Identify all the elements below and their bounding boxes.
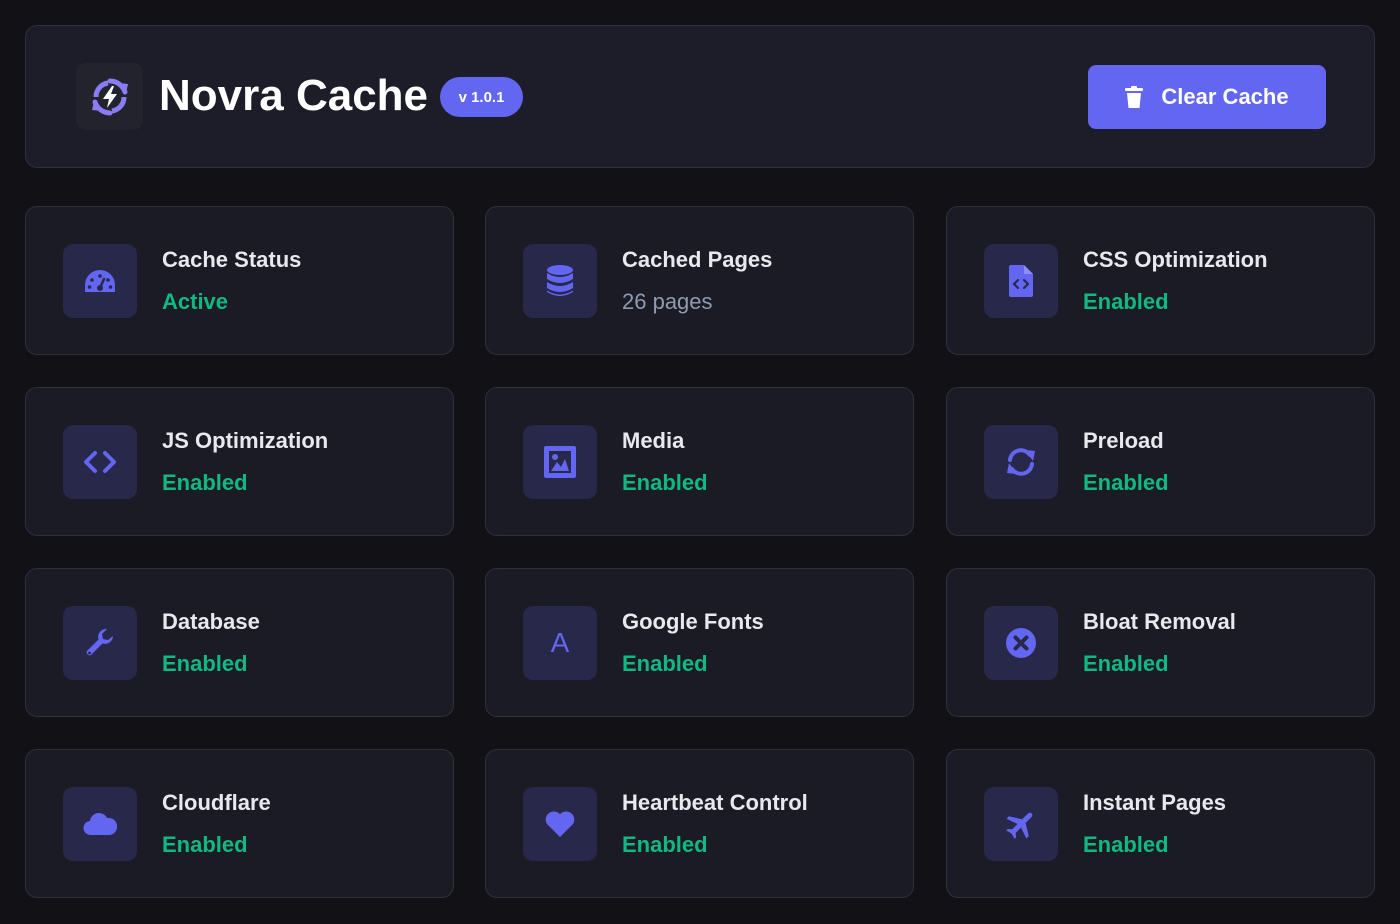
card-title: Instant Pages	[1083, 790, 1227, 815]
status-value: Enabled	[162, 470, 248, 495]
card-title: Cached Pages	[622, 247, 773, 272]
card-cache-status: Cache Status Active	[25, 206, 454, 355]
status-value: Enabled	[622, 832, 708, 857]
card-google-fonts: A Google Fonts Enabled	[485, 568, 914, 717]
card-title: Cloudflare	[162, 790, 271, 815]
bolt-refresh-icon	[91, 78, 128, 115]
status-value: Active	[162, 289, 229, 314]
status-value: Enabled	[1083, 651, 1169, 676]
version-badge: v 1.0.1	[440, 77, 523, 117]
status-value: Enabled	[162, 832, 248, 857]
circle-x-icon	[1006, 628, 1036, 658]
card-cloudflare: Cloudflare Enabled	[25, 749, 454, 898]
card-css-optimization: CSS Optimization Enabled	[946, 206, 1375, 355]
status-value: Enabled	[1083, 470, 1169, 495]
status-value: Enabled	[162, 651, 248, 676]
trash-icon	[1125, 86, 1144, 108]
card-heartbeat-control: Heartbeat Control Enabled	[485, 749, 914, 898]
status-value: Enabled	[1083, 832, 1169, 857]
card-title: Database	[162, 609, 260, 634]
status-value: Enabled	[1083, 289, 1169, 314]
logo	[76, 63, 143, 130]
card-media: Media Enabled	[485, 387, 914, 536]
card-instant-pages: Instant Pages Enabled	[946, 749, 1375, 898]
plane-icon	[1006, 812, 1033, 839]
card-bloat-removal: Bloat Removal Enabled	[946, 568, 1375, 717]
app-header: Novra Cache v 1.0.1 Clear Cache	[25, 25, 1375, 168]
clear-cache-label: Clear Cache	[1161, 84, 1289, 109]
card-cached-pages: Cached Pages 26 pages	[485, 206, 914, 355]
font-letter-icon: A	[550, 627, 570, 658]
heart-icon	[545, 811, 575, 837]
file-code-icon	[1009, 265, 1033, 297]
database-icon	[547, 265, 573, 296]
status-value: Enabled	[622, 470, 708, 495]
status-value: Enabled	[622, 651, 708, 676]
card-js-optimization: JS Optimization Enabled	[25, 387, 454, 536]
status-value: 26 pages	[622, 289, 713, 314]
gauge-icon	[85, 270, 115, 292]
card-title: CSS Optimization	[1083, 247, 1268, 272]
card-title: Google Fonts	[622, 609, 764, 634]
card-preload: Preload Enabled	[946, 387, 1375, 536]
card-title: Heartbeat Control	[622, 790, 808, 815]
card-title: Preload	[1083, 428, 1164, 453]
card-title: Bloat Removal	[1083, 609, 1236, 634]
sync-icon	[1007, 448, 1035, 476]
card-title: JS Optimization	[162, 428, 329, 453]
app-title: Novra Cache	[159, 71, 429, 120]
card-title: Cache Status	[162, 247, 302, 272]
card-title: Media	[622, 428, 685, 453]
clear-cache-button[interactable]: Clear Cache	[1088, 65, 1326, 129]
cloud-icon	[83, 813, 117, 836]
card-database: Database Enabled	[25, 568, 454, 717]
image-icon	[544, 446, 576, 478]
code-icon	[84, 451, 116, 473]
wrench-icon	[86, 628, 113, 656]
